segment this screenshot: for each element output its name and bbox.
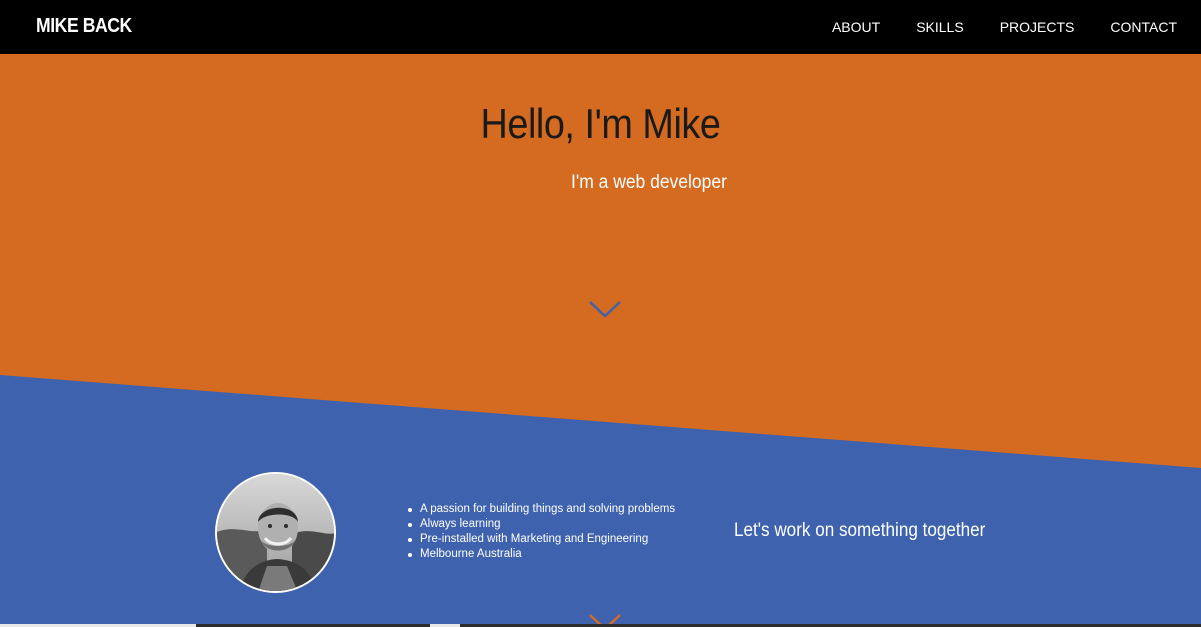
nav-link-contact[interactable]: CONTACT [1110, 19, 1177, 35]
list-item: Pre-installed with Marketing and Enginee… [407, 532, 675, 547]
profile-photo [217, 474, 334, 591]
list-item: Always learning [407, 517, 675, 532]
top-navbar: MIKE BACK ABOUT SKILLS PROJECTS CONTACT [0, 0, 1201, 54]
list-item: Melbourne Australia [407, 547, 675, 562]
nav-link-about[interactable]: ABOUT [832, 19, 880, 35]
chevron-down-icon[interactable] [588, 299, 622, 319]
nav-link-skills[interactable]: SKILLS [916, 19, 963, 35]
profile-avatar [215, 472, 336, 593]
call-to-action-text: Let's work on something together [734, 520, 986, 541]
brand-logo[interactable]: MIKE BACK [36, 15, 132, 38]
hero-title: Hello, I'm Mike [480, 100, 721, 147]
hero-subtitle: I'm a web developer [571, 172, 727, 193]
about-feature-list: A passion for building things and solvin… [407, 502, 676, 562]
nav-menu: ABOUT SKILLS PROJECTS CONTACT [796, 19, 1177, 35]
list-item: A passion for building things and solvin… [407, 503, 676, 515]
nav-link-projects[interactable]: PROJECTS [1000, 19, 1075, 35]
